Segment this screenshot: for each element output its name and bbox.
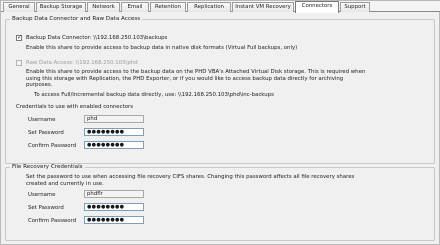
backup-connector-label: Backup Data Connector: \\192.168.250.103… bbox=[26, 35, 168, 41]
direct-access-note: To access Full/Incremental backup data d… bbox=[34, 92, 274, 98]
tab-connectors[interactable]: Connectors bbox=[295, 1, 339, 13]
backup-connector-checkbox[interactable]: ✓ bbox=[16, 34, 23, 41]
connector-confirm-password-field[interactable]: ●●●●●●●● bbox=[84, 141, 144, 149]
connector-set-password-label: Set Password bbox=[28, 130, 64, 136]
tab-replication[interactable]: Replication bbox=[187, 2, 231, 12]
file-recovery-group-title: File Recovery Credentials bbox=[10, 164, 85, 171]
checkmark-icon: ✓ bbox=[17, 34, 23, 41]
tab-bar: General Backup Storage Network Email Ret… bbox=[1, 1, 440, 13]
backup-connector-description: Enable this share to provide access to b… bbox=[26, 45, 298, 51]
connector-set-password-field[interactable]: ●●●●●●●● bbox=[84, 128, 144, 136]
recovery-set-password-label: Set Password bbox=[28, 205, 64, 211]
connector-username-label: Username bbox=[28, 117, 56, 123]
tab-retention[interactable]: Retention bbox=[150, 2, 186, 12]
raw-data-access-description: Enable this share to provide access to t… bbox=[26, 69, 366, 89]
config-window: General Backup Storage Network Email Ret… bbox=[0, 0, 440, 245]
tab-backup-storage[interactable]: Backup Storage bbox=[36, 2, 86, 12]
raw-data-access-label: Raw Data Access: \\192.168.250.103\phd bbox=[26, 60, 138, 66]
connector-confirm-password-label: Confirm Password bbox=[28, 143, 77, 149]
credentials-heading: Credentials to use with enabled connecto… bbox=[16, 104, 134, 110]
raw-data-access-checkbox[interactable] bbox=[16, 60, 22, 66]
file-recovery-description: Set the password to use when accessing f… bbox=[26, 174, 355, 187]
tab-instant-vm-recovery[interactable]: Instant VM Recovery bbox=[232, 2, 294, 12]
recovery-confirm-password-label: Confirm Password bbox=[28, 218, 77, 224]
connector-username-field[interactable]: phd bbox=[84, 115, 144, 123]
recovery-username-field[interactable]: phdflr bbox=[84, 190, 144, 198]
file-recovery-group: File Recovery Credentials Set the passwo… bbox=[5, 164, 435, 241]
tab-general[interactable]: General bbox=[3, 2, 35, 12]
backup-connector-group-title: Backup Data Connector and Raw Data Acces… bbox=[10, 16, 143, 23]
backup-connector-group: Backup Data Connector and Raw Data Acces… bbox=[5, 16, 435, 164]
tab-support[interactable]: Support bbox=[340, 2, 370, 12]
connectors-panel: Backup Data Connector and Raw Data Acces… bbox=[5, 15, 437, 243]
recovery-confirm-password-field[interactable]: ●●●●●●●● bbox=[84, 216, 144, 224]
tab-network[interactable]: Network bbox=[87, 2, 120, 12]
recovery-set-password-field[interactable]: ●●●●●●●● bbox=[84, 203, 144, 211]
recovery-username-label: Username bbox=[28, 192, 56, 198]
tab-email[interactable]: Email bbox=[121, 2, 149, 12]
